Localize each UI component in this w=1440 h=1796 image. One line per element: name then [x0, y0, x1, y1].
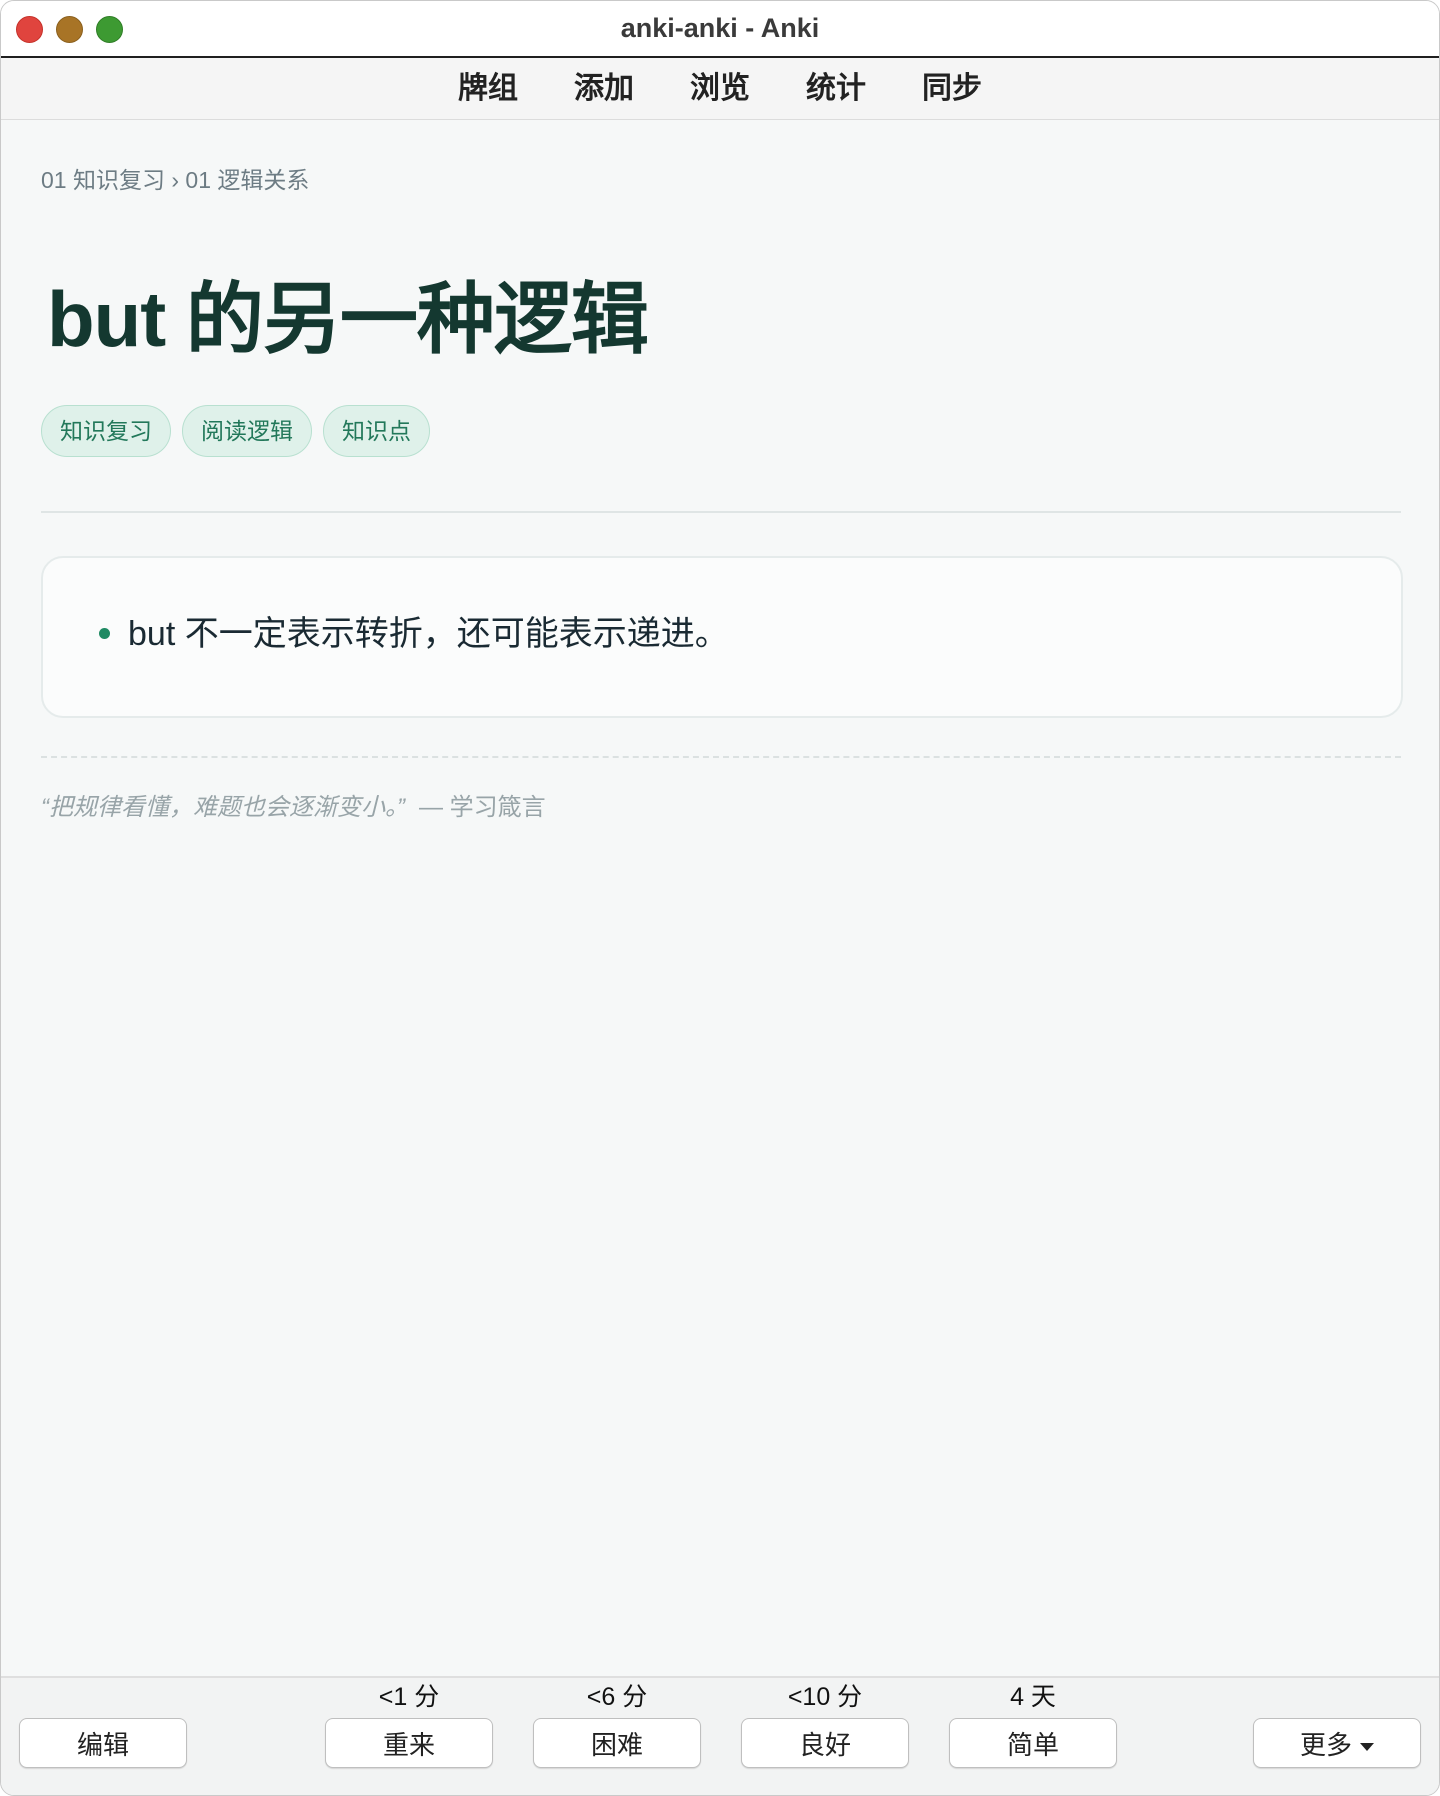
toolbar-sync[interactable]: 同步 — [922, 58, 982, 119]
anki-window: anki-anki - Anki 牌组 添加 浏览 统计 同步 01 知识复习 … — [0, 0, 1440, 1796]
window-title: anki-anki - Anki — [620, 13, 820, 43]
more-button[interactable]: 更多 — [1253, 1718, 1421, 1768]
divider — [41, 511, 1401, 513]
toolbar-nav: 牌组 添加 浏览 统计 同步 — [1, 58, 1439, 119]
quote-source: — 学习箴言 — [418, 794, 546, 821]
good-interval: <10 分 — [787, 1683, 863, 1711]
toolbar-stats[interactable]: 统计 — [806, 58, 866, 119]
note-text: but 不一定表示转折，还可能表示递进。 — [128, 615, 729, 653]
main-toolbar: 牌组 添加 浏览 统计 同步 — [1, 58, 1439, 120]
chevron-down-icon — [1360, 1743, 1374, 1752]
card-title: but 的另一种逻辑 — [47, 275, 649, 363]
note-box: but 不一定表示转折，还可能表示递进。 — [41, 556, 1403, 718]
dashed-divider — [41, 756, 1401, 758]
hard-interval: <6 分 — [586, 1683, 648, 1711]
breadcrumb: 01 知识复习 › 01 逻辑关系 — [41, 167, 310, 193]
easy-button[interactable]: 简单 — [949, 1718, 1117, 1768]
quote-text: “把规律看懂，难题也会逐渐变小。” — [41, 794, 405, 821]
tag-item: 阅读逻辑 — [182, 405, 312, 457]
title-bar: anki-anki - Anki — [1, 1, 1439, 58]
easy-interval: 4 天 — [1010, 1683, 1056, 1711]
hard-button[interactable]: 困难 — [533, 1718, 701, 1768]
good-button[interactable]: 良好 — [741, 1718, 909, 1768]
more-label: 更多 — [1299, 1730, 1352, 1760]
note-list: but 不一定表示转折，还可能表示递进。 — [99, 612, 729, 656]
toolbar-browse[interactable]: 浏览 — [690, 58, 750, 119]
tag-item: 知识复习 — [41, 405, 171, 457]
tag-item: 知识点 — [323, 405, 430, 457]
again-interval: <1 分 — [378, 1683, 440, 1711]
toolbar-add[interactable]: 添加 — [574, 58, 634, 119]
toolbar-decks[interactable]: 牌组 — [458, 58, 518, 119]
review-bottom-bar: 编辑 <1 分 重来 <6 分 困难 <10 分 良好 4 天 简单 更多 — [1, 1676, 1439, 1795]
bullet-icon — [99, 627, 110, 639]
again-button[interactable]: 重来 — [325, 1718, 493, 1768]
quote: “把规律看懂，难题也会逐渐变小。” — 学习箴言 — [41, 787, 546, 822]
tag-list: 知识复习 阅读逻辑 知识点 — [41, 405, 441, 457]
edit-button[interactable]: 编辑 — [19, 1718, 187, 1768]
note-item: but 不一定表示转折，还可能表示递进。 — [99, 612, 729, 656]
